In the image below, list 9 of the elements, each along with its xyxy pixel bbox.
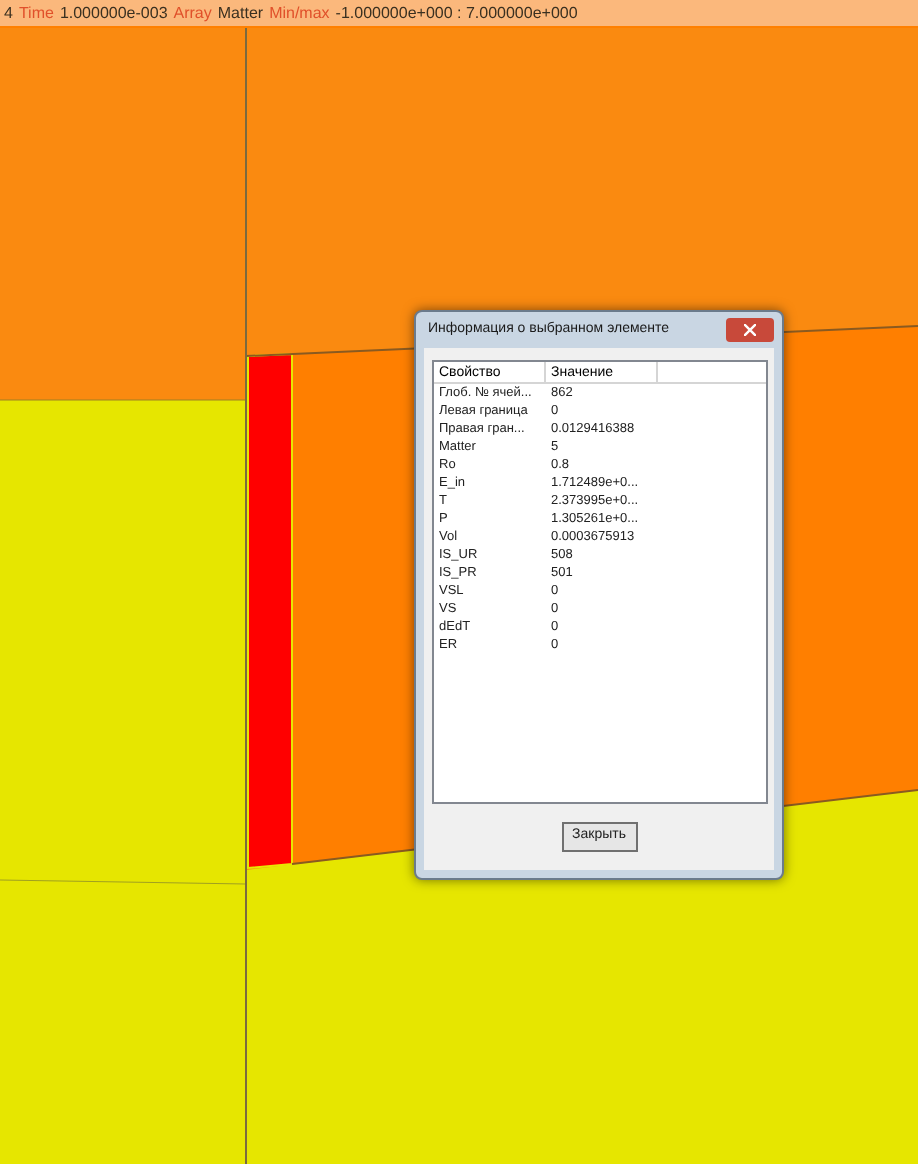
status-text: Min/max: [269, 5, 330, 21]
status-text: Array: [173, 5, 212, 21]
status-text: Time: [18, 5, 54, 21]
status-text: 1.000000e-003: [59, 5, 168, 21]
status-text: 4: [4, 5, 13, 21]
close-icon: [744, 324, 756, 336]
close-button[interactable]: [726, 318, 774, 342]
status-text: -1.000000e+000 : 7.000000e+000: [335, 5, 578, 21]
status-text: Matter: [217, 5, 264, 21]
